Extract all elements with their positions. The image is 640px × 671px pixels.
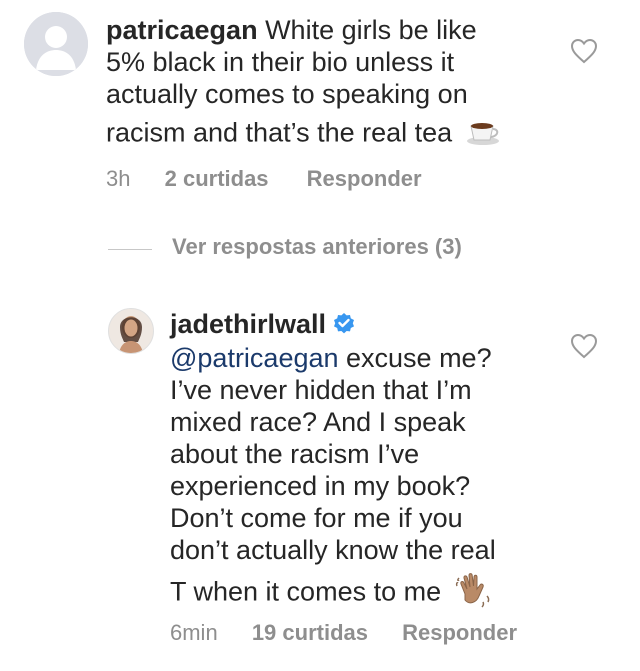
comment-body: patricaegan White girls be like 5% black…: [106, 14, 576, 153]
avatar[interactable]: [108, 308, 154, 354]
username[interactable]: patricaegan: [106, 15, 258, 45]
timestamp: 6min: [170, 620, 218, 645]
likes-count[interactable]: 19 curtidas: [252, 620, 368, 646]
like-heart-icon[interactable]: [570, 38, 598, 69]
avatar[interactable]: [24, 12, 88, 76]
comment-text: don’t actually know the real: [170, 535, 496, 565]
reply-button[interactable]: Responder: [402, 620, 517, 646]
default-avatar-icon: [24, 12, 88, 76]
waving-hand-icon: [455, 572, 493, 615]
comment-text: White girls be like: [265, 15, 477, 45]
divider: [108, 249, 152, 250]
comment-body: jadethirlwall @patricaegan excuse me? I’…: [170, 308, 590, 615]
comment-text: experienced in my book?: [170, 471, 471, 501]
view-replies-label[interactable]: Ver respostas anteriores (3): [172, 234, 462, 260]
comment-text: Don’t come for me if you: [170, 503, 463, 533]
likes-count[interactable]: 2 curtidas: [165, 166, 269, 192]
comment-text: excuse me?: [338, 343, 492, 373]
profile-photo: [109, 309, 153, 353]
comment-text: T when it comes to me: [170, 576, 442, 607]
timestamp: 3h: [106, 166, 131, 191]
comment-text: actually comes to speaking on: [106, 79, 468, 109]
comment-text: I’ve never hidden that I’m: [170, 375, 472, 405]
reply-button[interactable]: Responder: [307, 166, 422, 192]
verified-badge-icon: [332, 310, 356, 342]
comment-meta: 3h 2 curtidas Responder: [106, 166, 422, 192]
comment-text: racism and that’s the real tea: [106, 117, 453, 148]
mention-link[interactable]: @patricaegan: [170, 343, 339, 373]
like-heart-icon[interactable]: [570, 333, 598, 364]
username[interactable]: jadethirlwall: [170, 309, 326, 339]
coffee-cup-icon: [466, 116, 500, 153]
comment-text: mixed race? And I speak: [170, 407, 466, 437]
comment-text: about the racism I’ve: [170, 439, 420, 469]
comment-text: 5% black in their bio unless it: [106, 47, 455, 77]
comment-meta: 6min 19 curtidas Responder: [170, 620, 517, 646]
